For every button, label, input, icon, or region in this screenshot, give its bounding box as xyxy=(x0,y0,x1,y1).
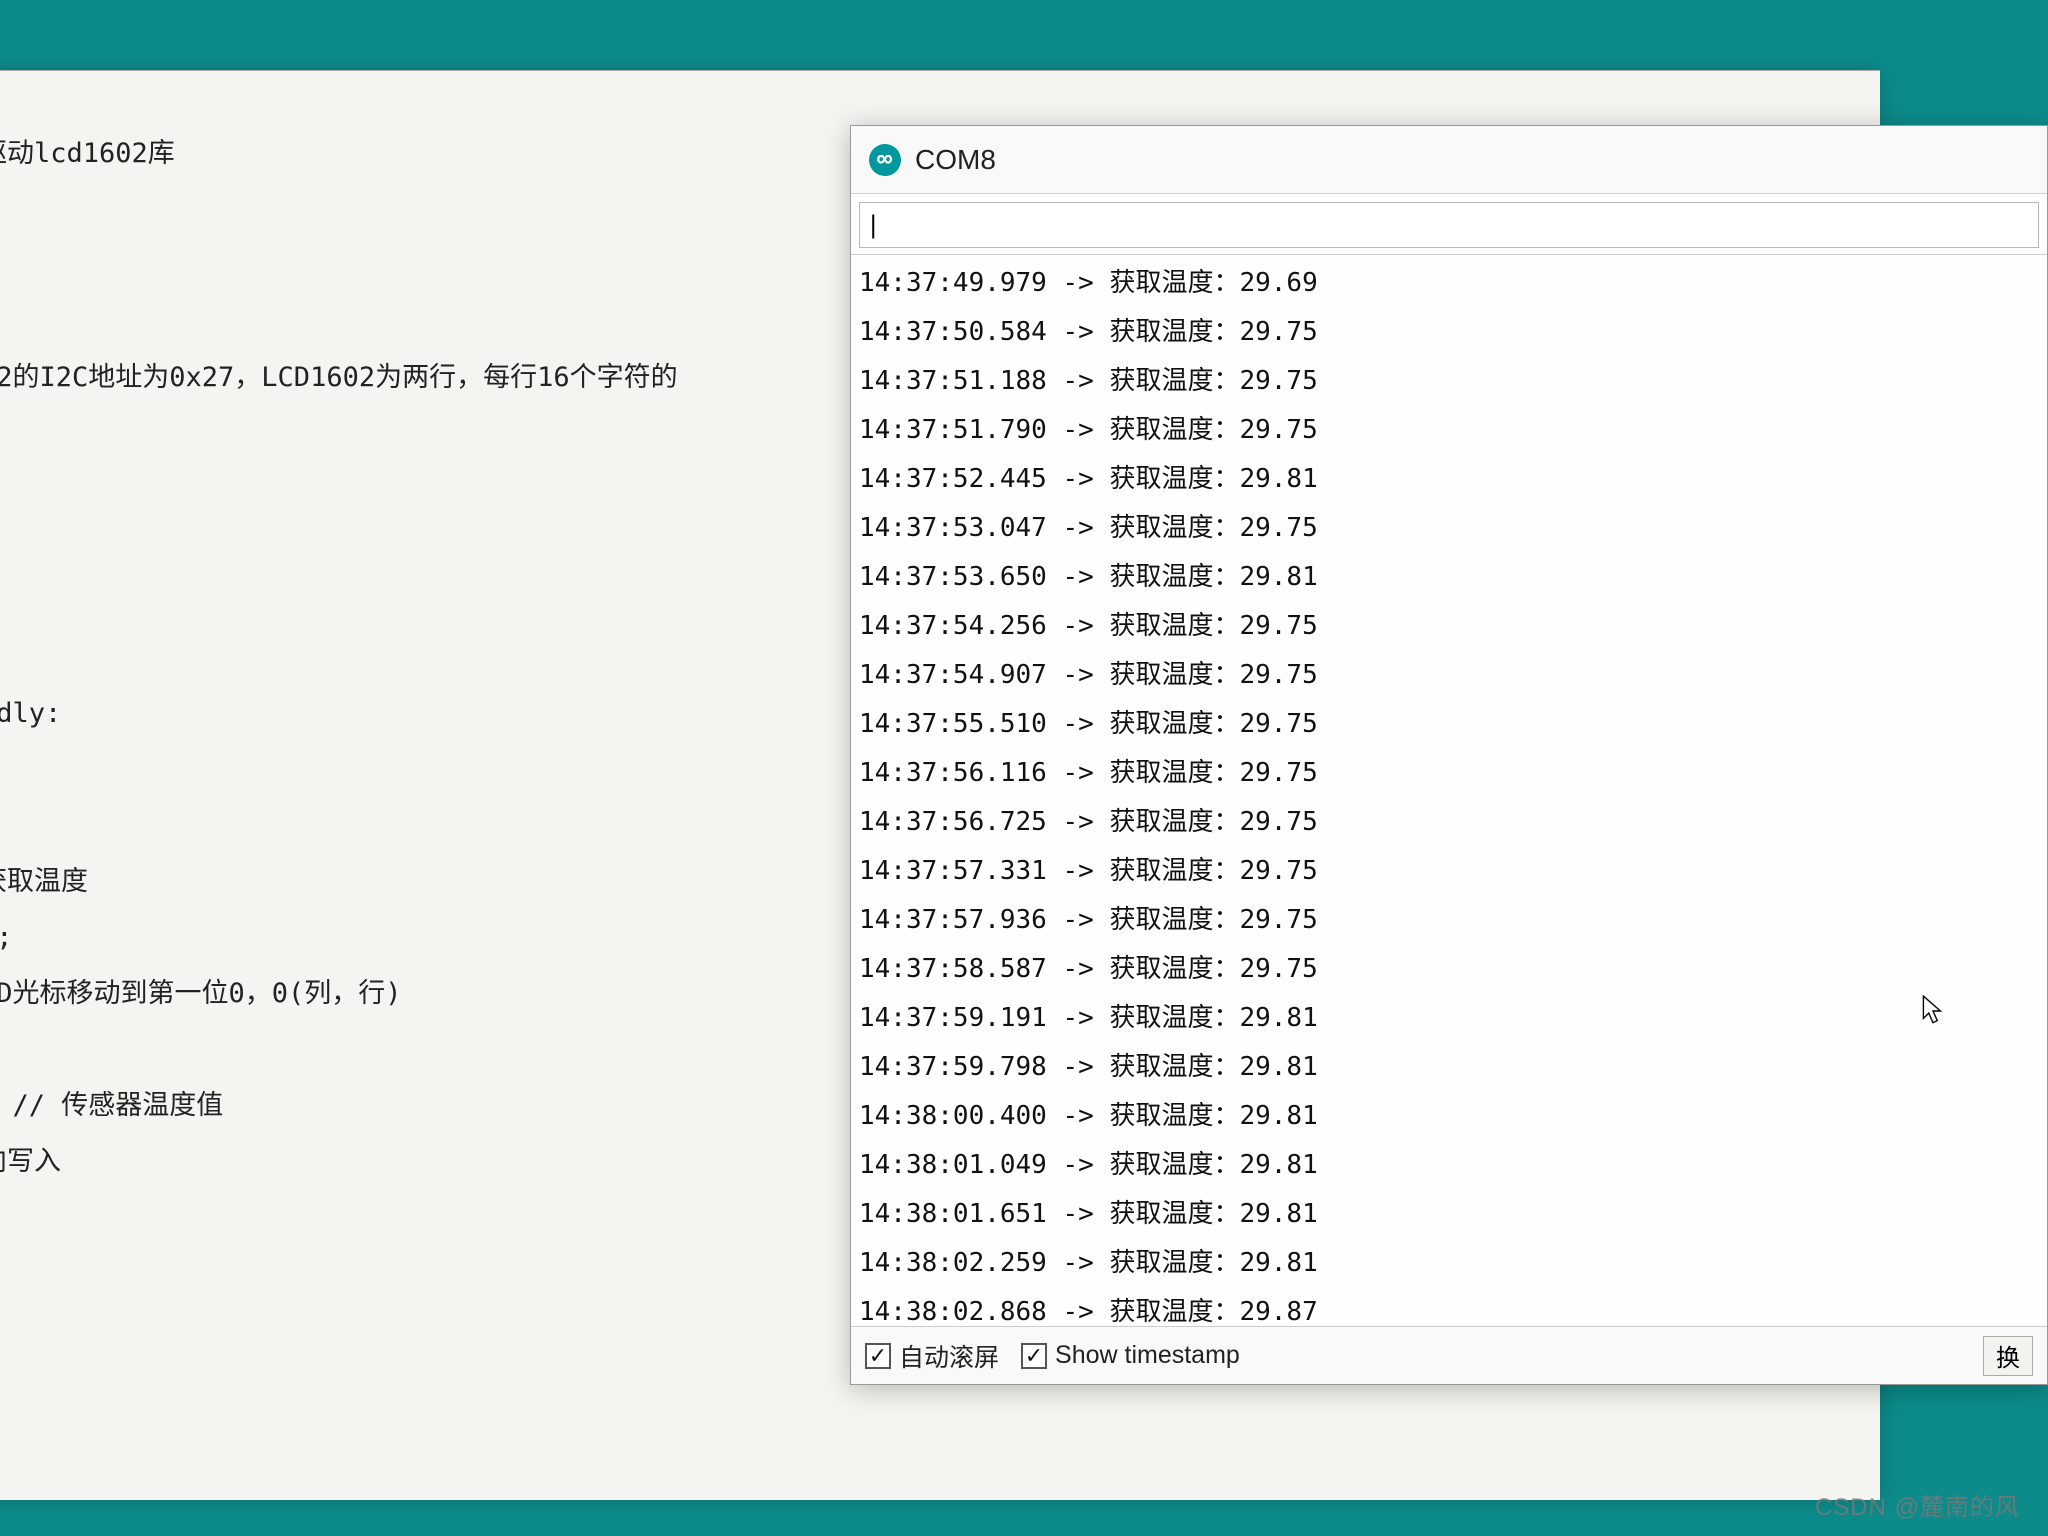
checkbox-icon: ✓ xyxy=(1021,1343,1047,1369)
serial-window-title: COM8 xyxy=(915,144,996,176)
footer-right-button[interactable]: 换 xyxy=(1983,1336,2033,1376)
autoscroll-checkbox[interactable]: ✓ 自动滚屏 xyxy=(865,1338,999,1374)
autoscroll-label: 自动滚屏 xyxy=(899,1338,999,1374)
desktop: 驱动lcd1602库 02的I2C地址为0x27，LCD1602为两行，每行16… xyxy=(0,0,2048,1536)
arduino-icon xyxy=(869,144,901,176)
serial-footer: ✓ 自动滚屏 ✓ Show timestamp 换 xyxy=(851,1326,2047,1384)
watermark-text: CSDN @麓南的风 xyxy=(1815,1487,2020,1522)
checkbox-icon: ✓ xyxy=(865,1343,891,1369)
serial-send-input[interactable] xyxy=(859,202,2039,248)
show-timestamp-label: Show timestamp xyxy=(1055,1341,1240,1370)
serial-monitor-window: COM8 14:37:49.979 -> 获取温度：29.69 14:37:50… xyxy=(850,125,2048,1385)
show-timestamp-checkbox[interactable]: ✓ Show timestamp xyxy=(1021,1341,1240,1370)
serial-log-output[interactable]: 14:37:49.979 -> 获取温度：29.69 14:37:50.584 … xyxy=(851,255,2047,1326)
serial-input-row xyxy=(851,194,2047,255)
serial-titlebar[interactable]: COM8 xyxy=(851,126,2047,194)
